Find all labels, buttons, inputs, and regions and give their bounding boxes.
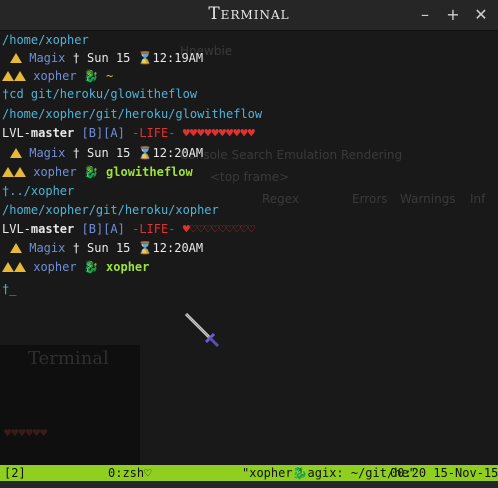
clock-label: 00:20 15-Nov-15 <box>390 466 498 480</box>
tmux-status-bar: [2] 0:zsh♡ "xopher🐉agix: ~/git/he" 00:20… <box>0 465 498 481</box>
prompt-info-line: Magix † Sun 15 ⌛12:19AM <box>2 49 203 67</box>
prompt-info-line: Magix † Sun 15 ⌛12:20AM <box>2 239 203 257</box>
minimize-button[interactable]: – <box>415 5 435 25</box>
triforce-icon <box>2 167 14 177</box>
terminal-window: Terminal – + ✕ Hnewbie Console Search Em… <box>0 0 498 488</box>
triforce-icon <box>10 148 22 158</box>
prompt-dir: ~ <box>106 69 114 83</box>
user-label: xopher <box>33 69 77 83</box>
maximize-button[interactable]: + <box>443 5 463 25</box>
prompt-line: xopher 🐉 xopher <box>2 258 149 276</box>
triforce-icon <box>10 53 22 63</box>
prompt-line: xopher 🐉 glowitheflow <box>2 163 193 181</box>
ghost-errors: Errors <box>352 192 388 206</box>
prompt-info-line: Magix † Sun 15 ⌛12:20AM <box>2 144 203 162</box>
life-label: -LIFE- <box>132 222 176 236</box>
triforce-icon <box>2 262 14 272</box>
input-cursor[interactable]: †_ <box>2 280 16 298</box>
ghost-info: Inf <box>470 192 486 206</box>
window-number[interactable]: [2] <box>4 465 26 481</box>
flags-label: [B][A] <box>81 126 125 140</box>
date-label: † Sun 15 ⌛12:20AM <box>72 241 204 255</box>
hearts-empty: ♡♡♡♡♡♡♡♡♡ <box>189 222 255 236</box>
command-line: †cd git/heroku/glowitheflow <box>2 87 198 101</box>
user-label: Magix <box>29 146 66 160</box>
branch-label: master <box>30 126 75 140</box>
dragon-icon: 🐉 <box>83 165 99 179</box>
sword-cursor-icon <box>184 312 220 348</box>
date-label: † Sun 15 ⌛12:19AM <box>72 51 204 65</box>
cwd-line: /home/xopher <box>2 33 89 47</box>
flags-label: [B][A] <box>81 222 125 236</box>
triforce-icon <box>2 71 14 81</box>
cwd-line: /home/xopher/git/heroku/xopher <box>2 203 219 217</box>
session-label[interactable]: 0:zsh♡ <box>108 465 151 481</box>
ghost-menu: Console Search Emulation Rendering <box>180 148 403 162</box>
ghost-warnings: Warnings <box>400 192 456 206</box>
hearts-full: ♥♥♥♥♥♥♥♥♥♥ <box>182 126 255 140</box>
prompt-dir: xopher <box>106 260 150 274</box>
branch-label: master <box>30 222 75 236</box>
triforce-icon <box>14 71 26 81</box>
lvl-label: LVL- <box>2 222 31 236</box>
prompt-line: xopher 🐉 ~ <box>2 67 113 85</box>
date-label: † Sun 15 ⌛12:20AM <box>72 146 204 160</box>
ghost-regex: Regex <box>262 192 300 206</box>
ghost-title: Terminal <box>28 348 109 369</box>
life-label: -LIFE- <box>132 126 176 140</box>
dragon-icon: 🐉 <box>83 260 99 274</box>
command-line: †../xopher <box>2 184 75 198</box>
prompt-dir: glowitheflow <box>106 165 193 179</box>
lvl-label: LVL- <box>2 126 31 140</box>
cwd-line: /home/xopher/git/heroku/glowitheflow <box>2 107 263 121</box>
ghost-frame-select: <top frame> <box>210 170 290 184</box>
ghost-hearts: ♥♥♥♥♥♥ <box>4 426 48 440</box>
git-status-line: LVL-master [B][A] -LIFE- ♥♡♡♡♡♡♡♡♡♡ <box>2 220 255 238</box>
dragon-icon: 🐉 <box>83 69 99 83</box>
title-bar[interactable]: Terminal – + ✕ <box>0 0 498 31</box>
triforce-icon <box>14 262 26 272</box>
user-label: Magix <box>29 241 66 255</box>
user-label: Magix <box>29 51 66 65</box>
triforce-icon <box>14 167 26 177</box>
git-status-line: LVL-master [B][A] -LIFE- ♥♥♥♥♥♥♥♥♥♥ <box>2 124 255 142</box>
window-bottom-edge <box>0 481 498 488</box>
triforce-icon <box>10 243 22 253</box>
hearts-full: ♥ <box>182 222 190 236</box>
user-label: xopher <box>33 260 77 274</box>
user-label: xopher <box>33 165 77 179</box>
close-button[interactable]: ✕ <box>471 5 491 25</box>
